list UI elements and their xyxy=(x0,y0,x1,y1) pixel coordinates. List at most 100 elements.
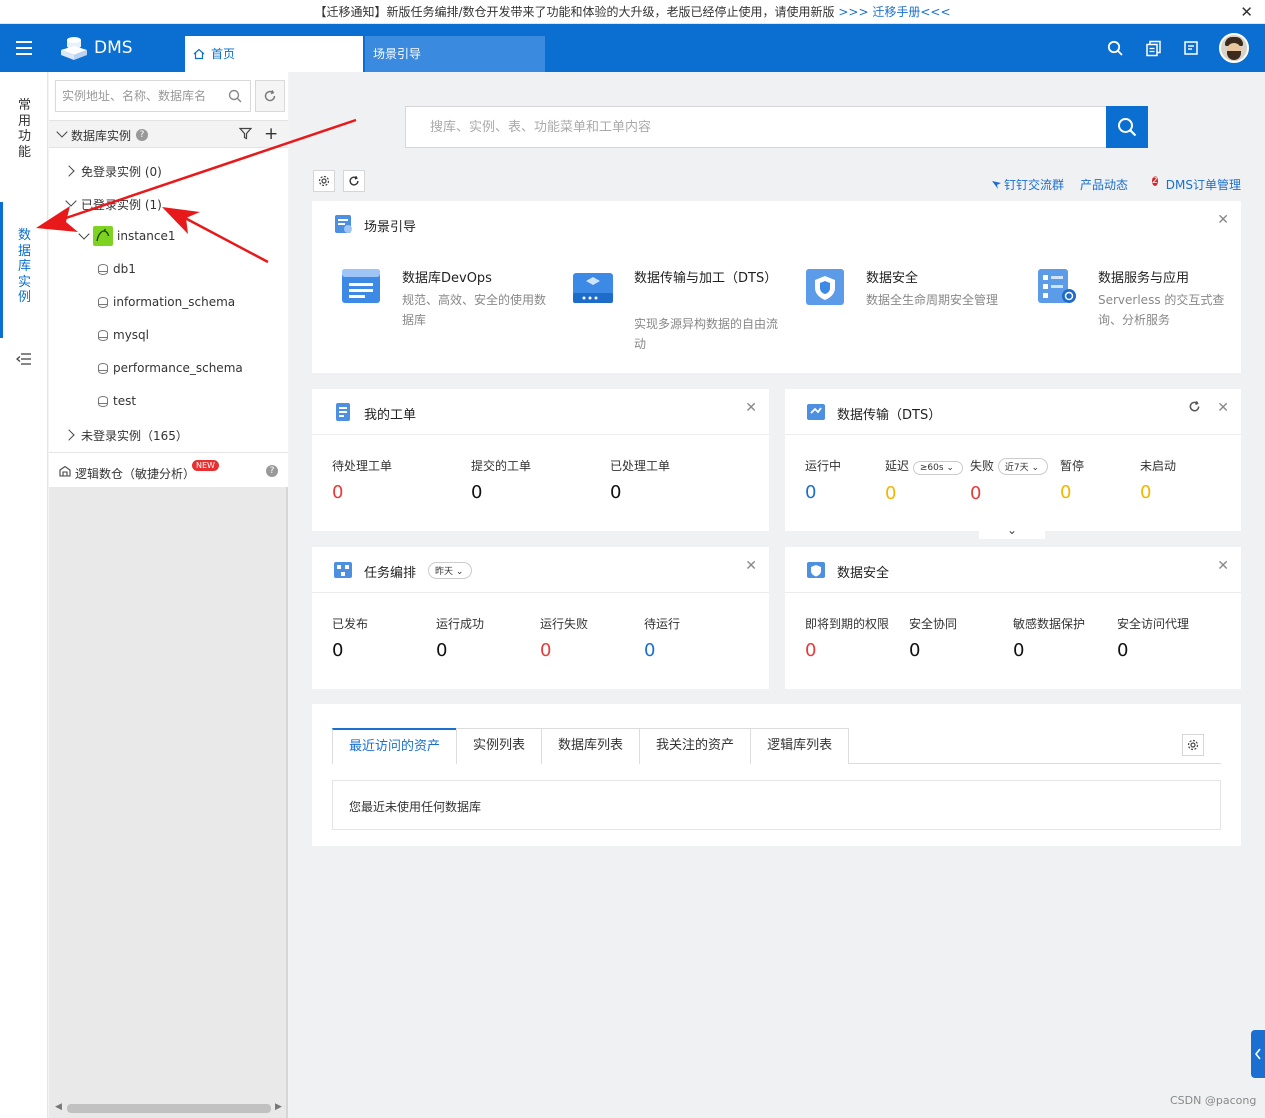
stat-label: 提交的工单 xyxy=(471,459,532,473)
scroll-left-icon[interactable]: ◀ xyxy=(55,1102,62,1112)
tree-node-logged-in[interactable]: 已登录实例 (1) xyxy=(81,196,162,213)
home-icon xyxy=(193,48,205,60)
dms-order-link[interactable]: DMS订单管理 xyxy=(1166,176,1241,195)
tab-database-list[interactable]: 数据库列表 xyxy=(541,728,641,764)
card-title: 任务编排 xyxy=(364,566,417,581)
stat-processed-tickets[interactable]: 已处理工单 0 xyxy=(610,457,670,503)
chevron-left-icon xyxy=(1254,1048,1261,1060)
stat-delay[interactable]: 延迟 ≥60s ⌄ 0 xyxy=(885,457,963,504)
help-icon[interactable]: ? xyxy=(136,129,148,141)
chevron-down-icon: ⌄ xyxy=(946,463,954,473)
tab-scene-guide[interactable]: 场景引导 xyxy=(365,36,545,72)
search-icon[interactable] xyxy=(228,89,242,106)
rail-item-common-functions[interactable]: 常用功能 xyxy=(18,98,32,160)
stat-value: 0 xyxy=(1140,482,1152,503)
tab-instance-list[interactable]: 实例列表 xyxy=(456,728,543,764)
global-search-button[interactable] xyxy=(1106,106,1148,148)
tree-node-db[interactable]: db1 xyxy=(113,262,136,276)
stat-pending-run[interactable]: 待运行 0 xyxy=(644,615,680,661)
product-news-label: 产品动态 xyxy=(1080,178,1129,192)
rail-active-indicator xyxy=(0,202,3,338)
stat-security-collab[interactable]: 安全协同 0 xyxy=(909,615,957,661)
settings-button[interactable] xyxy=(313,170,335,192)
stat-run-failed[interactable]: 运行失败 0 xyxy=(540,615,588,661)
refresh-button[interactable] xyxy=(343,170,365,192)
tree-node-db[interactable]: information_schema xyxy=(113,295,235,309)
close-icon[interactable]: ✕ xyxy=(1217,558,1229,574)
assets-settings-button[interactable] xyxy=(1182,734,1204,756)
delay-select-value: ≥60s xyxy=(919,463,944,473)
close-icon[interactable]: ✕ xyxy=(1240,0,1253,24)
chevron-down-icon[interactable] xyxy=(65,195,77,207)
tree-node-db[interactable]: performance_schema xyxy=(113,361,243,375)
help-icon[interactable]: ? xyxy=(266,465,278,477)
chevron-right-icon[interactable] xyxy=(63,429,75,441)
close-icon[interactable]: ✕ xyxy=(745,400,757,416)
notification-icon[interactable] xyxy=(1181,38,1201,58)
data-service-icon xyxy=(1038,269,1076,303)
refresh-button[interactable] xyxy=(255,80,285,112)
stat-pending-tickets[interactable]: 待处理工单 0 xyxy=(332,457,392,503)
stat-sensitive-data[interactable]: 敏感数据保护 0 xyxy=(1013,615,1085,661)
tree-node-not-logged-in[interactable]: 未登录实例（165） xyxy=(81,427,188,444)
card-title: 数据传输（DTS） xyxy=(837,408,942,423)
close-icon[interactable]: ✕ xyxy=(1217,212,1229,228)
workorder-icon[interactable] xyxy=(1143,38,1163,58)
tree-node-free-login[interactable]: 免登录实例 (0) xyxy=(81,163,162,180)
rail-item-db-instances[interactable]: 数据库实例 xyxy=(18,228,32,306)
refresh-icon[interactable] xyxy=(1188,400,1201,417)
logic-warehouse-item[interactable]: 逻辑数仓（敏捷分析） NEW ? xyxy=(49,452,288,486)
horizontal-scrollbar[interactable]: ◀ ▶ xyxy=(53,1101,287,1115)
chevron-right-icon[interactable] xyxy=(63,165,75,177)
stat-value: 0 xyxy=(805,482,817,503)
instance-search-input[interactable] xyxy=(56,81,216,111)
expand-chevron-icon[interactable]: ⌄ xyxy=(979,523,1045,539)
scroll-right-icon[interactable]: ▶ xyxy=(275,1102,282,1112)
stat-label: 安全协同 xyxy=(909,617,958,631)
mysql-icon xyxy=(93,226,113,246)
stat-not-started[interactable]: 未启动 0 xyxy=(1140,457,1176,503)
date-select[interactable]: 昨天 ⌄ xyxy=(428,562,473,579)
period-select[interactable]: 近7天 ⌄ xyxy=(997,458,1048,475)
stat-paused[interactable]: 暂停 0 xyxy=(1060,457,1084,503)
delay-select[interactable]: ≥60s ⌄ xyxy=(912,461,963,475)
add-instance-icon[interactable]: + xyxy=(264,124,278,144)
collapse-menu-icon[interactable] xyxy=(15,352,32,369)
migration-manual-link[interactable]: >>> 迁移手册<<< xyxy=(838,5,950,19)
side-panel-toggle[interactable] xyxy=(1251,1030,1265,1078)
chevron-down-icon[interactable] xyxy=(78,228,90,240)
user-avatar[interactable] xyxy=(1219,33,1249,63)
dms-logo[interactable]: DMS xyxy=(58,34,133,62)
global-search-input[interactable] xyxy=(406,107,1096,147)
tab-home[interactable]: 首页 xyxy=(185,36,363,72)
database-icon xyxy=(98,264,108,275)
news-count-badge: 2 xyxy=(1152,176,1158,186)
guide-desc: 数据全生命周期安全管理 xyxy=(866,293,999,307)
filter-icon[interactable] xyxy=(238,127,253,143)
search-icon[interactable] xyxy=(1105,38,1125,58)
tree-node-db[interactable]: test xyxy=(113,394,136,408)
tab-followed-assets[interactable]: 我关注的资产 xyxy=(639,728,752,764)
stat-expiring-permissions[interactable]: 即将到期的权限 0 xyxy=(805,615,889,661)
stat-published[interactable]: 已发布 0 xyxy=(332,615,368,661)
stat-submitted-tickets[interactable]: 提交的工单 0 xyxy=(471,457,531,503)
data-security-card: 数据安全 ✕ 即将到期的权限 0 安全协同 0 敏感数据保护 0 安全访问代理 0 xyxy=(785,547,1241,689)
product-news-link[interactable]: 产品动态 2 xyxy=(1080,176,1158,195)
menu-icon[interactable] xyxy=(16,41,32,55)
stat-failed[interactable]: 失败 近7天 ⌄ 0 xyxy=(970,457,1048,504)
db-instance-section[interactable]: 数据库实例 ? + xyxy=(49,120,288,148)
chevron-down-icon[interactable] xyxy=(56,126,68,138)
scrollbar-thumb[interactable] xyxy=(67,1104,271,1113)
tree-node-instance1[interactable]: instance1 xyxy=(117,229,175,243)
tab-logic-db-list[interactable]: 逻辑库列表 xyxy=(750,728,850,764)
stat-running[interactable]: 运行中 0 xyxy=(805,457,841,503)
guide-desc: 实现多源异构数据的自由流动 xyxy=(634,317,779,351)
dingtalk-group-link[interactable]: 钉钉交流群 xyxy=(991,176,1064,195)
my-tickets-card: 我的工单 ✕ 待处理工单 0 提交的工单 0 已处理工单 0 xyxy=(312,389,769,531)
stat-run-success[interactable]: 运行成功 0 xyxy=(436,615,484,661)
stat-access-proxy[interactable]: 安全访问代理 0 xyxy=(1117,615,1189,661)
close-icon[interactable]: ✕ xyxy=(1217,400,1229,416)
close-icon[interactable]: ✕ xyxy=(745,558,757,574)
tab-recent-assets[interactable]: 最近访问的资产 xyxy=(332,728,458,764)
tree-node-db[interactable]: mysql xyxy=(113,328,149,342)
